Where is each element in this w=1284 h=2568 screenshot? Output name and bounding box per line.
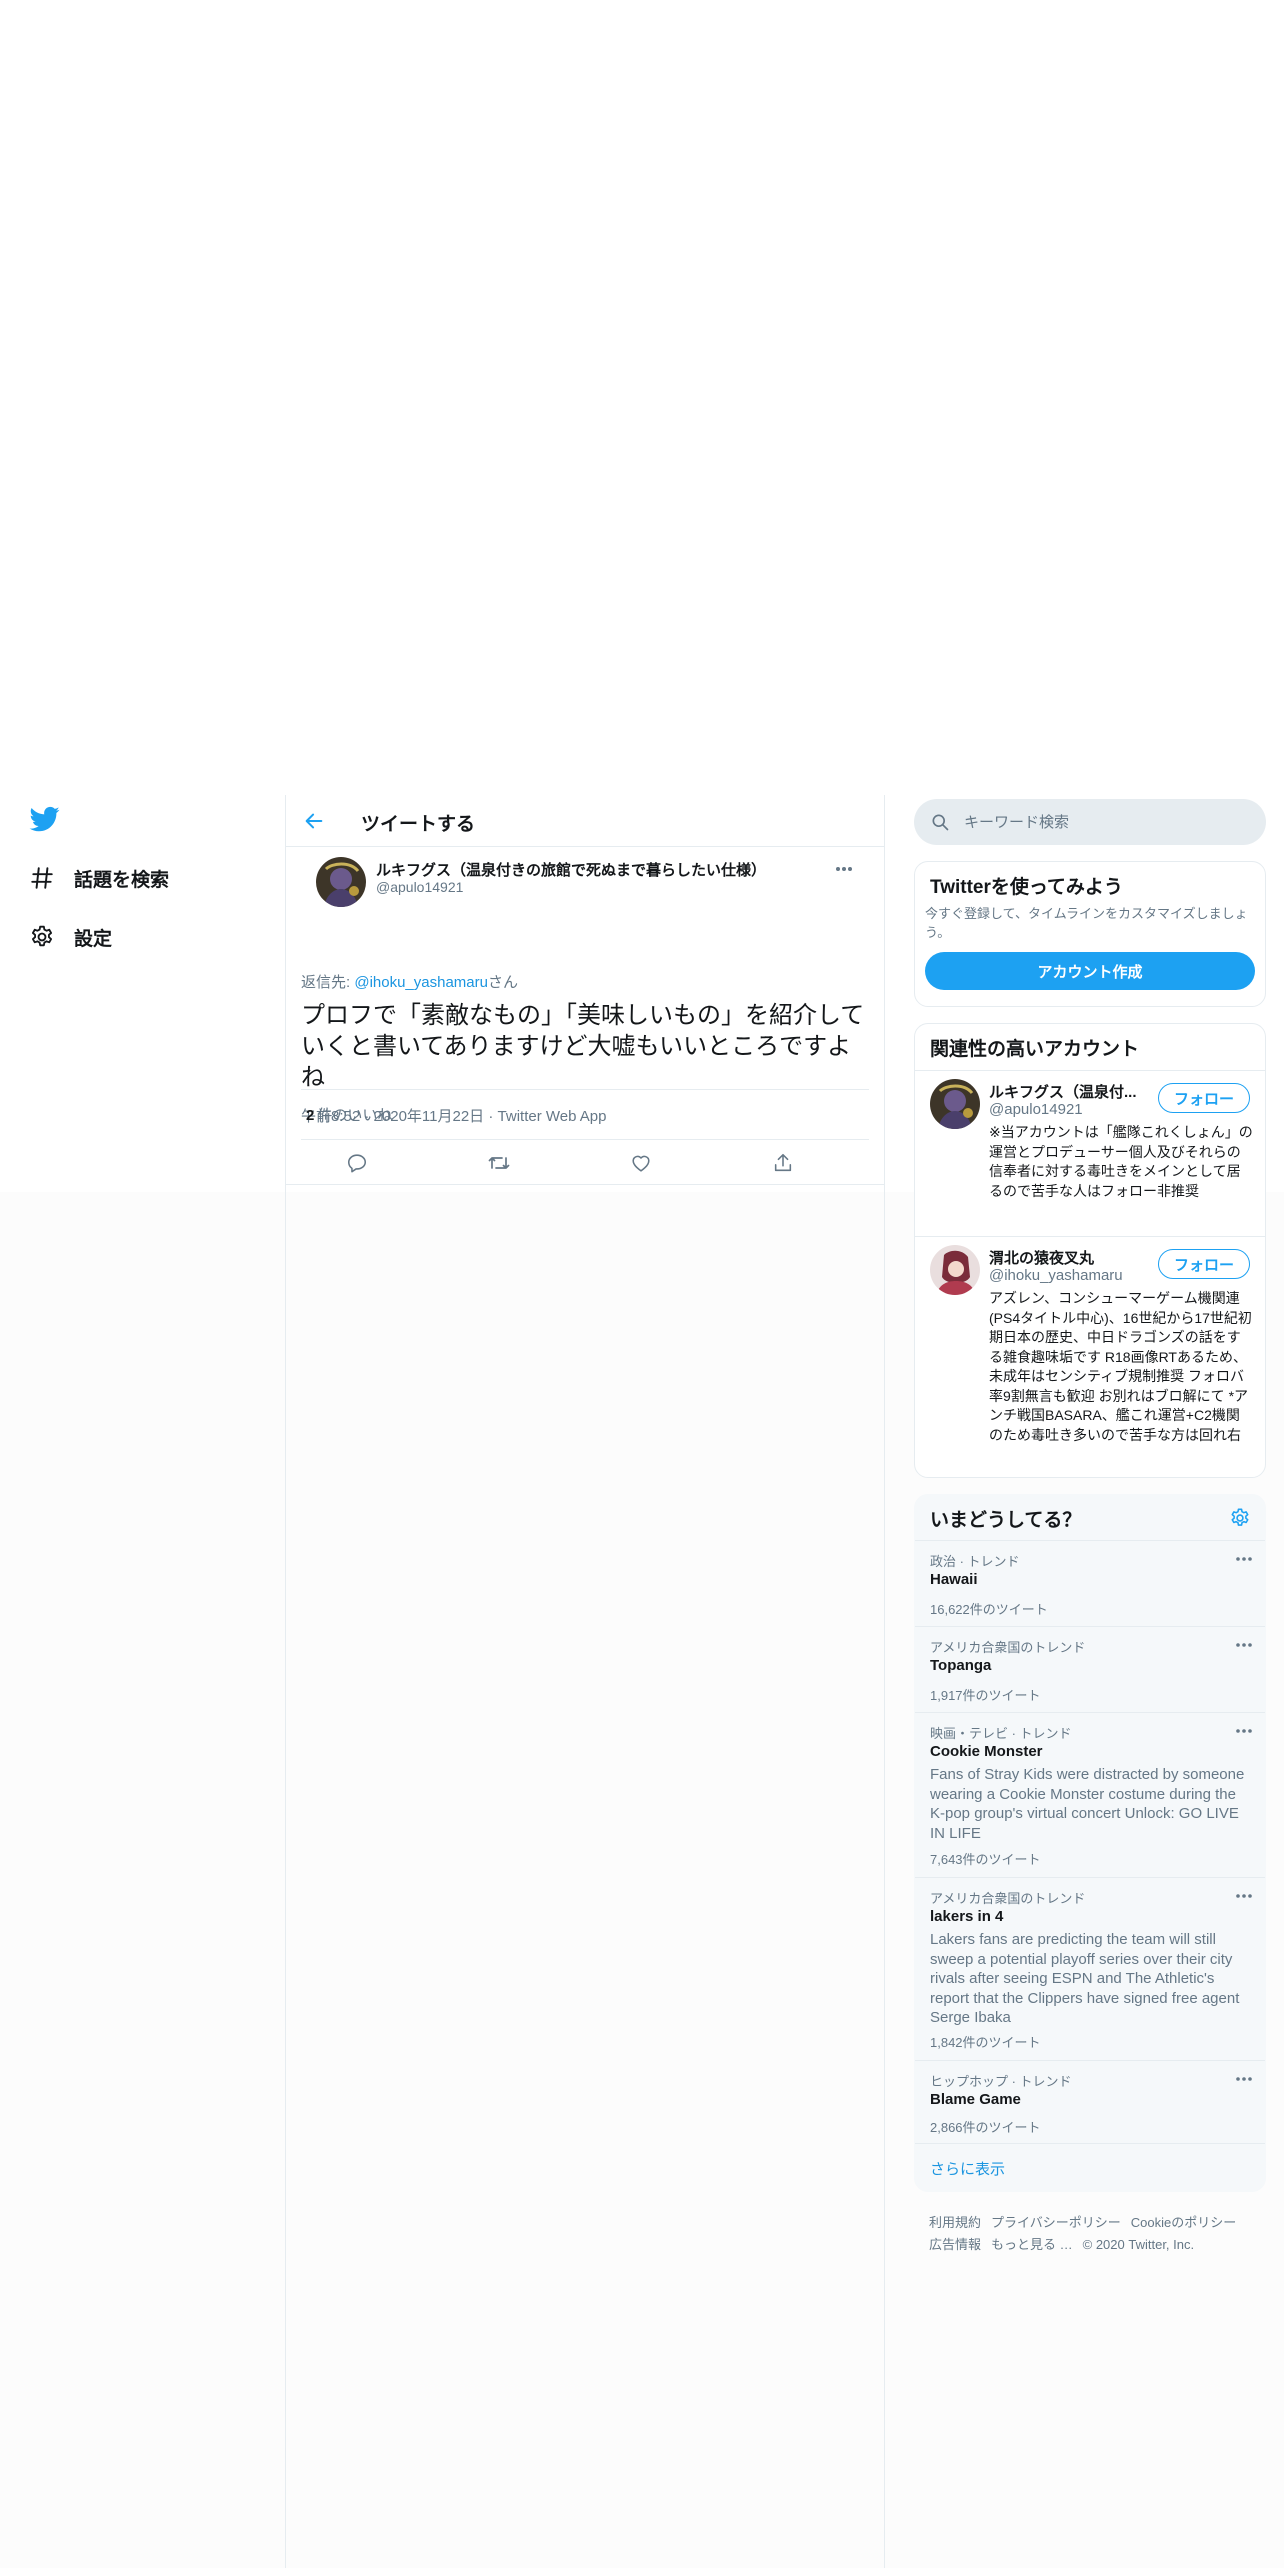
search-input[interactable]	[964, 799, 1254, 845]
account-bio: ※当アカウントは「艦隊これくしょん」の運営とプロデューサー個人及びそれらの信奉者…	[989, 1124, 1253, 1199]
trends-card: いまどうしてる？ 政治 · トレンド Hawaii 16,622件のツイート ア…	[914, 1494, 1266, 2192]
trend-count: 16,622件のツイート	[930, 1602, 1048, 1617]
signup-title: Twitterを使ってみよう	[930, 877, 1123, 898]
footer-more-link[interactable]: もっと見る …	[991, 2237, 1073, 2252]
main-empty-area	[286, 1192, 884, 2568]
account-handle[interactable]: @ihoku_yashamaru	[989, 1267, 1123, 1284]
account-name[interactable]: ルキフグス（温泉付...	[989, 1081, 1149, 1102]
footer-privacy-link[interactable]: プライバシーポリシー	[991, 2215, 1121, 2230]
account-handle[interactable]: @apulo14921	[989, 1101, 1083, 1118]
page-title: ツイートする	[361, 814, 476, 835]
twitter-logo-icon[interactable]	[28, 804, 62, 834]
account-name[interactable]: 渭北の猿夜叉丸	[989, 1247, 1149, 1268]
trend-context: 映画・テレビ · トレンド	[930, 1726, 1072, 1741]
trend-count: 1,842件のツイート	[930, 2035, 1041, 2050]
trend-count: 2,866件のツイート	[930, 2120, 1041, 2135]
author-avatar[interactable]	[316, 857, 366, 907]
search-bar[interactable]	[914, 799, 1266, 845]
gear-icon	[28, 923, 56, 951]
show-more-link[interactable]: さらに表示	[915, 2143, 1265, 2191]
nav-settings-label: 設定	[74, 928, 113, 950]
signup-card: Twitterを使ってみよう 今すぐ登録して、タイムラインをカスタマイズしましょ…	[914, 861, 1266, 1007]
trend-context: 政治 · トレンド	[930, 1554, 1020, 1569]
trend-count: 7,643件のツイート	[930, 1852, 1041, 1867]
avatar[interactable]	[930, 1245, 980, 1295]
trend-item[interactable]: ヒップホップ · トレンド Blame Game 2,866件のツイート	[915, 2060, 1265, 2143]
trend-context: ヒップホップ · トレンド	[930, 2074, 1072, 2089]
account-bio: アズレン、コンシューマーゲーム機関連(PS4タイトル中心)、16世紀から17世紀…	[989, 1290, 1252, 1443]
trend-name: Hawaii	[930, 1571, 978, 1588]
like-label: 件のいいね	[317, 1107, 393, 1124]
tweet-author: ルキフグス（温泉付きの旅館で死ぬまで暮らしたい仕様） @apulo14921	[301, 847, 869, 909]
share-icon	[774, 1153, 792, 1172]
more-icon[interactable]	[1234, 2069, 1254, 2089]
nav-explore-label: 話題を検索	[74, 869, 170, 891]
avatar[interactable]	[930, 1079, 980, 1129]
trend-description: Fans of Stray Kids were distracted by so…	[930, 1766, 1245, 1842]
reply-icon	[347, 1154, 367, 1173]
more-icon[interactable]	[1234, 1635, 1254, 1655]
footer-terms-link[interactable]: 利用規約	[929, 2215, 981, 2230]
trend-name: Cookie Monster	[930, 1743, 1043, 1760]
trend-count: 1,917件のツイート	[930, 1688, 1041, 1703]
reply-button[interactable]	[342, 1148, 372, 1178]
trend-name: lakers in 4	[930, 1908, 1004, 1925]
trend-item[interactable]: アメリカ合衆国のトレンド lakers in 4 Lakers fans are…	[915, 1877, 1265, 2060]
signup-description: 今すぐ登録して、タイムラインをカスタマイズしましょう。	[925, 906, 1248, 940]
trend-name: Topanga	[930, 1657, 992, 1674]
gear-icon[interactable]	[1229, 1507, 1251, 1529]
trend-item[interactable]: アメリカ合衆国のトレンド Topanga 1,917件のツイート	[915, 1626, 1265, 1712]
trends-title: いまどうしてる？	[930, 1510, 1082, 1531]
like-icon	[632, 1155, 650, 1172]
reply-suffix: さん	[487, 974, 518, 991]
retweet-button[interactable]	[484, 1148, 514, 1178]
related-title: 関連性の高いアカウント	[930, 1039, 1140, 1060]
footer: 利用規約 プライバシーポリシー Cookieのポリシー 広告情報 もっと見る … © 2…	[929, 2212, 1259, 2256]
related-accounts-card: 関連性の高いアカウント ルキフグス（温泉付... @apulo14921 フォロ…	[914, 1023, 1266, 1478]
reply-prefix: 返信先:	[301, 974, 355, 991]
trend-item[interactable]: 映画・テレビ · トレンド Cookie Monster Fans of Str…	[915, 1712, 1265, 1877]
back-button[interactable]	[300, 807, 328, 835]
trend-description: Lakers fans are predicting the team will…	[930, 1931, 1240, 2026]
related-account[interactable]: 渭北の猿夜叉丸 @ihoku_yashamaru フォロー アズレン、コンシュー…	[915, 1236, 1265, 1477]
tweet-text: プロフで「素敵なもの」「美味しいもの」を紹介していくと書いてありますけど大嘘もい…	[301, 1002, 865, 1091]
likes-link[interactable]: 2 件のいいね	[306, 1104, 392, 1125]
create-account-button[interactable]: アカウント作成	[925, 952, 1255, 990]
hashtag-icon	[28, 864, 56, 892]
more-icon[interactable]	[1234, 1721, 1254, 1741]
main-column: ツイートする ルキフグス（温泉付きの旅館で死ぬまで暮らしたい仕様） @apulo…	[285, 795, 885, 2568]
like-button[interactable]	[626, 1148, 656, 1178]
footer-ads-link[interactable]: 広告情報	[929, 2237, 981, 2252]
trend-context: アメリカ合衆国のトレンド	[930, 1891, 1086, 1906]
share-button[interactable]	[768, 1148, 798, 1178]
nav-item-explore[interactable]: 話題を検索	[28, 858, 169, 898]
nav-item-settings[interactable]: 設定	[28, 917, 112, 957]
follow-button[interactable]: フォロー	[1158, 1083, 1250, 1113]
trend-item[interactable]: 政治 · トレンド Hawaii 16,622件のツイート	[915, 1540, 1265, 1626]
author-name[interactable]: ルキフグス（温泉付きの旅館で死ぬまで暮らしたい仕様）	[376, 859, 766, 880]
tweet-actions	[286, 1140, 884, 1185]
trend-name: Blame Game	[930, 2091, 1021, 2108]
search-icon	[932, 814, 949, 831]
more-icon[interactable]	[1234, 1886, 1254, 1906]
trend-context: アメリカ合衆国のトレンド	[930, 1640, 1086, 1655]
tweet: ルキフグス（温泉付きの旅館で死ぬまで暮らしたい仕様） @apulo14921 返…	[286, 847, 884, 1125]
more-icon[interactable]	[1234, 1549, 1254, 1569]
tweet-source[interactable]: Twitter Web App	[498, 1108, 607, 1125]
footer-cookies-link[interactable]: Cookieのポリシー	[1131, 2215, 1236, 2230]
like-count: 2	[306, 1107, 315, 1124]
reply-to-line: 返信先: @ihoku_yashamaruさん	[301, 971, 518, 992]
follow-button[interactable]: フォロー	[1158, 1249, 1250, 1279]
more-icon[interactable]	[834, 859, 854, 879]
retweet-icon	[488, 1157, 510, 1169]
tweet-header: ツイートする	[286, 795, 884, 847]
back-arrow-icon	[305, 813, 323, 829]
meta-separator: ·	[488, 1108, 494, 1125]
divider	[301, 1089, 869, 1090]
author-handle[interactable]: @apulo14921	[376, 879, 463, 895]
footer-copyright: © 2020 Twitter, Inc.	[1082, 2237, 1195, 2252]
reply-mention-link[interactable]: @ihoku_yashamaru	[354, 974, 488, 991]
